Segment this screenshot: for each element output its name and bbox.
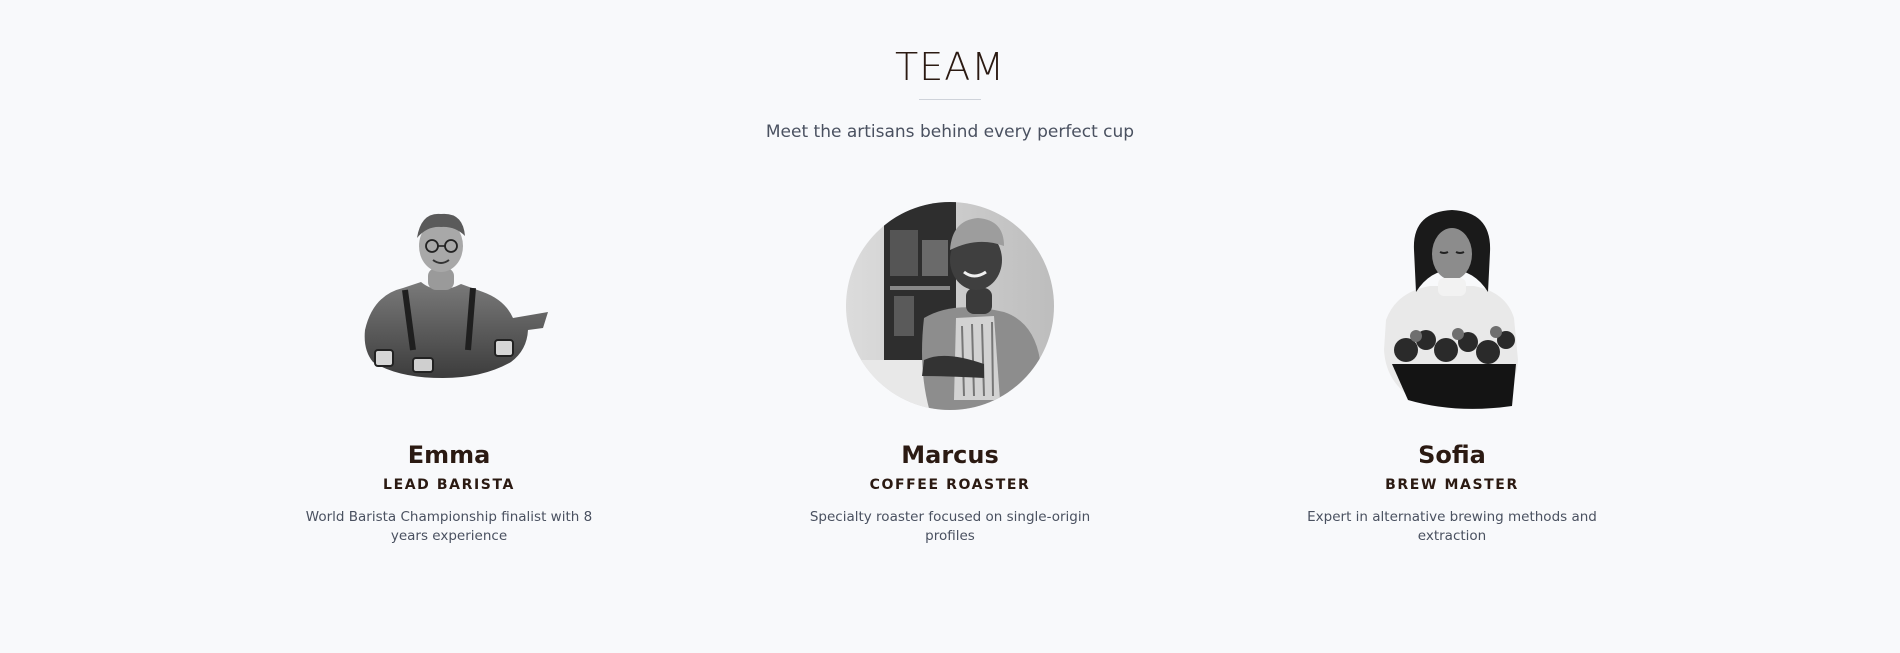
member-bio: World Barista Championship finalist with… (305, 509, 593, 544)
member-role: COFFEE ROASTER (869, 477, 1031, 493)
section-title: TEAM (894, 45, 1005, 89)
member-role: BREW MASTER (1385, 477, 1519, 493)
member-bio: Specialty roaster focused on single-orig… (809, 509, 1091, 544)
team-page: TEAM Meet the artisans behind every perf… (0, 0, 1900, 653)
section-subtitle: Meet the artisans behind every perfect c… (765, 122, 1135, 142)
team-member-sofia: Sofia BREW MASTER Expert in alternative … (1297, 200, 1607, 546)
team-member-marcus: Marcus COFFEE ROASTER Specialty roaster … (795, 200, 1105, 546)
team-member-emma: Emma LEAD BARISTA World Barista Champion… (294, 200, 604, 546)
member-name: Emma (407, 441, 491, 469)
team-header: TEAM Meet the artisans behind every perf… (0, 40, 1900, 144)
member-name: Marcus (901, 441, 999, 469)
member-bio: Expert in alternative brewing methods an… (1307, 509, 1597, 544)
emma-portrait (364, 213, 548, 378)
marcus-portrait (846, 202, 1054, 410)
title-divider (919, 99, 981, 100)
member-role: LEAD BARISTA (383, 477, 515, 493)
member-name: Sofia (1418, 441, 1486, 469)
sofia-portrait (1384, 210, 1518, 409)
